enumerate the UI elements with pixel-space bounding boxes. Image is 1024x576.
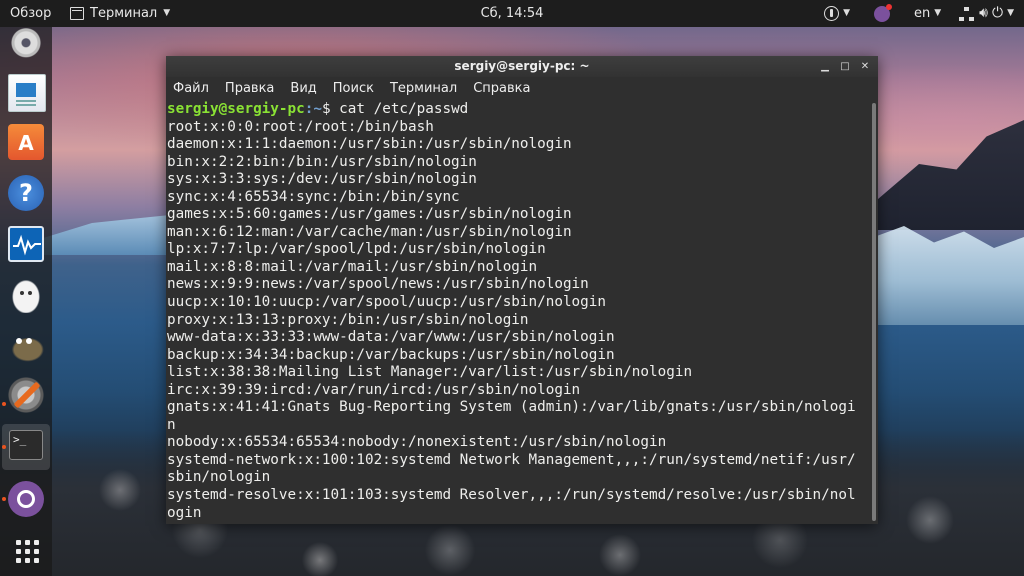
menu-view[interactable]: Вид: [282, 77, 324, 101]
running-indicator: [2, 402, 6, 406]
terminal-dock-item[interactable]: >_: [2, 424, 50, 470]
chevron-down-icon: ▼: [843, 8, 850, 18]
help-icon[interactable]: ?: [8, 175, 44, 211]
egg-app-icon[interactable]: [8, 277, 44, 313]
menu-help[interactable]: Справка: [465, 77, 538, 101]
output-line: sync:x:4:65534:sync:/bin:/bin/sync: [167, 188, 460, 205]
window-controls: ▁ □ ✕: [820, 56, 870, 77]
prompt-symbol: $: [321, 101, 340, 117]
language-menu[interactable]: en ▼: [914, 0, 941, 27]
output-line: n: [167, 416, 176, 433]
output-line: backup:x:34:34:backup:/var/backups:/usr/…: [167, 346, 615, 363]
writer-icon[interactable]: [8, 74, 46, 112]
prompt-user-host: sergiy@sergiy-pc: [167, 101, 305, 117]
menu-search[interactable]: Поиск: [325, 77, 382, 101]
prompt-line: sergiy@sergiy-pc:~$ cat /etc/passwd: [167, 101, 871, 119]
app-menu-label: Терминал: [90, 6, 158, 21]
app-menu[interactable]: Терминал ▼: [70, 0, 170, 27]
maximize-icon[interactable]: □: [840, 56, 850, 77]
chevron-down-icon: ▼: [1007, 8, 1014, 18]
top-bar: Обзор Терминал ▼ Сб, 14:54 ▼ en ▼ 🔊︎ ⏻ ▼: [0, 0, 1024, 27]
system-monitor-icon[interactable]: [8, 226, 44, 262]
output-line: lp:x:7:7:lp:/var/spool/lpd:/usr/sbin/nol…: [167, 241, 546, 258]
accessibility-menu[interactable]: ▼: [824, 0, 850, 27]
system-menu[interactable]: 🔊︎ ⏻ ▼: [959, 0, 1014, 27]
accessibility-icon: [824, 6, 840, 21]
output-line: uucp:x:10:10:uucp:/var/spool/uucp:/usr/s…: [167, 294, 606, 311]
viber-tray-button[interactable]: [874, 3, 892, 22]
viber-tray-icon: [874, 3, 892, 22]
terminal-scrollbar[interactable]: [870, 101, 878, 524]
language-label: en: [914, 6, 931, 21]
output-line: proxy:x:13:13:proxy:/bin:/usr/sbin/nolog…: [167, 311, 529, 328]
output-line: mail:x:8:8:mail:/var/mail:/usr/sbin/nolo…: [167, 258, 538, 275]
output-line: nobody:x:65534:65534:nobody:/nonexistent…: [167, 434, 667, 451]
terminal-output[interactable]: sergiy@sergiy-pc:~$ cat /etc/passwd root…: [166, 101, 871, 524]
output-line: irc:x:39:39:ircd:/var/run/ircd:/usr/sbin…: [167, 381, 581, 398]
dock: A ? >_: [0, 23, 52, 576]
output-line: www-data:x:33:33:www-data:/var/www:/usr/…: [167, 329, 615, 346]
close-icon[interactable]: ✕: [860, 56, 870, 77]
power-icon: ⏻: [992, 5, 1004, 21]
output-line: sys:x:3:3:sys:/dev:/usr/sbin/nologin: [167, 171, 477, 188]
wallpaper-mountain: [874, 120, 1024, 230]
running-indicator: [2, 497, 6, 501]
output-line: root:x:0:0:root:/root:/bin/bash: [167, 118, 434, 135]
window-title[interactable]: sergiy@sergiy-pc: ~: [166, 56, 878, 77]
output-line: bin:x:2:2:bin:/bin:/usr/sbin/nologin: [167, 153, 477, 170]
terminal-icon: >_: [9, 430, 43, 460]
output-line: ogin: [167, 504, 202, 521]
output-line: daemon:x:1:1:daemon:/usr/sbin:/usr/sbin/…: [167, 136, 572, 153]
output-line: news:x:9:9:news:/var/spool/news:/usr/sbi…: [167, 276, 589, 293]
disk-app-icon[interactable]: [8, 23, 44, 59]
terminal-window[interactable]: sergiy@sergiy-pc: ~ ▁ □ ✕ Файл Правка Ви…: [166, 56, 878, 524]
wallpaper-ice: [874, 226, 1024, 325]
chevron-down-icon: ▼: [163, 8, 171, 18]
output-line: gnats:x:41:41:Gnats Bug-Reporting System…: [167, 399, 856, 416]
output-line: systemd-network:x:100:102:systemd Networ…: [167, 451, 856, 468]
menu-file[interactable]: Файл: [166, 77, 217, 101]
gimp-icon[interactable]: [8, 328, 44, 364]
output-line: list:x:38:38:Mailing List Manager:/var/l…: [167, 364, 693, 381]
network-icon: [959, 6, 975, 21]
viber-icon[interactable]: [8, 481, 44, 517]
terminal-app-icon: [70, 7, 84, 20]
menu-edit[interactable]: Правка: [217, 77, 282, 101]
output-line: sbin/nologin: [167, 469, 271, 486]
output-line: games:x:5:60:games:/usr/games:/usr/sbin/…: [167, 206, 572, 223]
show-apps-icon[interactable]: [8, 532, 44, 568]
clock[interactable]: Сб, 14:54: [481, 6, 544, 21]
chevron-down-icon: ▼: [934, 8, 942, 18]
prompt-path: :~: [304, 101, 322, 117]
minimize-icon[interactable]: ▁: [820, 56, 830, 77]
command-text: cat /etc/passwd: [339, 101, 469, 117]
scrollbar-thumb[interactable]: [872, 103, 876, 521]
output-line: man:x:6:12:man:/var/cache/man:/usr/sbin/…: [167, 223, 572, 240]
output-line: systemd-resolve:x:101:103:systemd Resolv…: [167, 487, 856, 504]
menu-terminal[interactable]: Терминал: [382, 77, 465, 101]
software-center-icon[interactable]: A: [8, 124, 44, 160]
terminal-menubar: Файл Правка Вид Поиск Терминал Справка: [166, 77, 878, 101]
settings-icon[interactable]: [8, 377, 44, 413]
wallpaper-water: [40, 215, 170, 255]
volume-icon: 🔊︎: [979, 5, 988, 21]
running-indicator: [2, 445, 6, 449]
system-tray: ▼ en ▼ 🔊︎ ⏻ ▼: [824, 0, 1014, 27]
